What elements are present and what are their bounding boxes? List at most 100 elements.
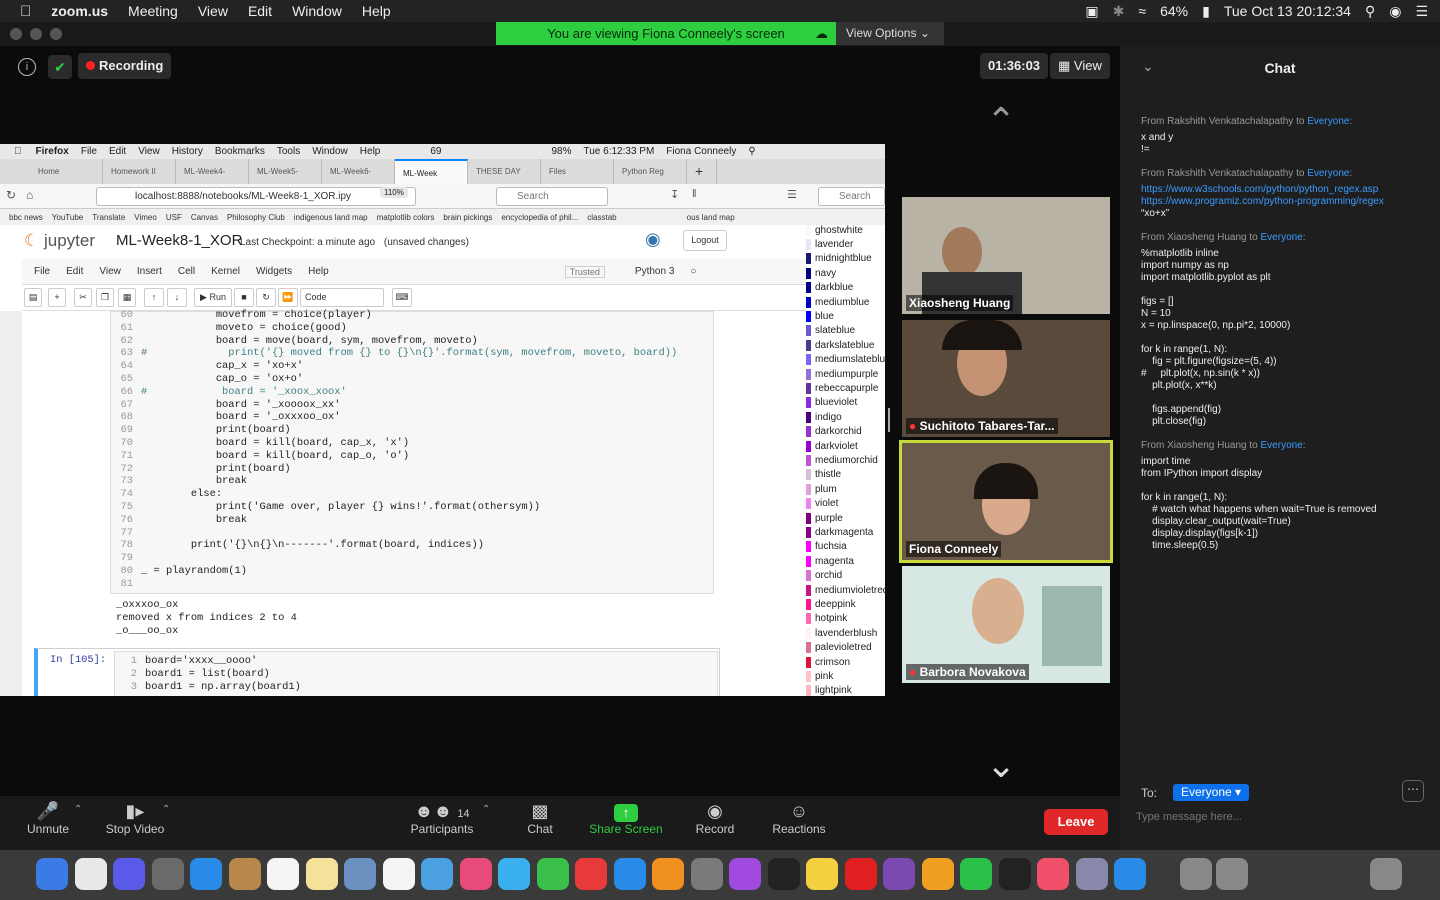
ff-menu-edit[interactable]: Edit	[109, 146, 126, 157]
chat-link[interactable]: https://www.programiz.com/python-program…	[1141, 196, 1431, 208]
contacts-icon[interactable]	[228, 858, 261, 890]
zoom-status-icon[interactable]: ▣	[1085, 3, 1098, 20]
ff-menu-help[interactable]: Help	[360, 146, 381, 157]
apple-tv-icon[interactable]	[767, 858, 800, 890]
bookmark[interactable]: classtab	[587, 213, 616, 222]
code-cell-selected[interactable]: In [105]: 1 board='xxxx__oooo' 2 board1 = l…	[34, 648, 720, 696]
scroll-down-icon[interactable]: ⌄	[986, 747, 1016, 783]
stop-video-button[interactable]: ▮▸ Stop Video	[100, 800, 170, 836]
scroll-up-icon[interactable]: ⌃	[986, 103, 1016, 139]
menu-view[interactable]: View	[198, 3, 228, 19]
minimize-window-icon[interactable]	[30, 28, 42, 40]
facetime-icon[interactable]	[536, 858, 569, 890]
bookmark[interactable]: bbc news	[9, 213, 43, 222]
run-button[interactable]: ▶ Run	[194, 288, 232, 307]
music-icon[interactable]	[1037, 858, 1069, 890]
office-icon[interactable]	[74, 858, 107, 890]
messages-icon[interactable]	[498, 858, 530, 890]
sublime-icon[interactable]	[921, 858, 954, 890]
jmenu-kernel[interactable]: Kernel	[211, 266, 240, 277]
home-icon[interactable]: ⌂	[26, 188, 33, 202]
apple-icon[interactable]: 	[20, 3, 31, 20]
stickies-icon[interactable]	[806, 858, 838, 890]
unmute-button[interactable]: 🎤 Unmute	[20, 800, 76, 836]
bookmark[interactable]: USF	[166, 213, 182, 222]
bookmark[interactable]: encyclopedia of phil...	[501, 213, 578, 222]
news-icon[interactable]	[575, 858, 607, 890]
mail-icon[interactable]	[1075, 858, 1108, 890]
library-icon[interactable]: ‖	[692, 188, 697, 200]
system-prefs-icon[interactable]	[690, 858, 723, 890]
bluetooth-icon[interactable]: ✱	[1113, 3, 1125, 20]
code-cell[interactable]: 60 movefrom = choice(player) 61 moveto = …	[110, 309, 714, 594]
download-icon[interactable]: ↧	[670, 188, 679, 201]
books-icon[interactable]	[652, 858, 684, 890]
video-options-icon[interactable]: ⌃	[162, 804, 170, 815]
photos-icon[interactable]	[459, 858, 492, 890]
keyboard-icon[interactable]: ⌨	[392, 288, 412, 307]
folder-icon[interactable]	[1180, 858, 1212, 890]
new-tab-icon[interactable]: +	[687, 159, 717, 184]
control-list-icon[interactable]: ☰	[1415, 3, 1428, 20]
jupyter-logo[interactable]: ☾ jupyter	[24, 231, 95, 251]
ff-search-box[interactable]: Search	[496, 187, 608, 206]
code-editor[interactable]: 1 board='xxxx__oooo' 2 board1 = list(board)…	[114, 651, 718, 696]
ff-url-bar[interactable]: localhost:8888/notebooks/ML-Week8-1_XOR.…	[96, 187, 416, 206]
preview-icon[interactable]	[344, 858, 376, 890]
bookmark[interactable]: Philosophy Club	[227, 213, 285, 222]
battery-percent[interactable]: 64%	[1160, 3, 1188, 19]
spotlight-icon[interactable]: ⚲	[1365, 3, 1375, 20]
share-screen-button[interactable]: ↑ Share Screen	[586, 800, 666, 836]
chat-input[interactable]	[1136, 806, 1426, 828]
ff-tab[interactable]: ML-Week4-	[176, 159, 249, 184]
jmenu-file[interactable]: File	[34, 266, 50, 277]
ff-tab[interactable]: Python Reg	[614, 159, 687, 184]
menu-help[interactable]: Help	[362, 3, 391, 19]
info-icon[interactable]: i	[18, 58, 36, 76]
participant-tile[interactable]: ● Suchitoto Tabares-Tar...	[902, 320, 1110, 437]
ff-tab[interactable]: Homework II	[103, 159, 176, 184]
add-cell-icon[interactable]: +	[48, 288, 66, 307]
menu-meeting[interactable]: Meeting	[128, 3, 178, 19]
maps-icon[interactable]	[421, 858, 453, 890]
participant-tile[interactable]: Xiaosheng Huang	[902, 197, 1110, 314]
paste-icon[interactable]: ▦	[118, 288, 136, 307]
trusted-badge[interactable]: Trusted	[564, 265, 605, 278]
resize-handle[interactable]	[888, 408, 890, 432]
jmenu-edit[interactable]: Edit	[66, 266, 83, 277]
battery-icon[interactable]: ▮	[1202, 3, 1210, 20]
save-icon[interactable]: ▤	[24, 288, 42, 307]
shield-icon[interactable]: ✔	[48, 55, 72, 79]
jmenu-cell[interactable]: Cell	[178, 266, 195, 277]
bookmark[interactable]: matplotlib colors	[377, 213, 435, 222]
ff-menu-window[interactable]: Window	[312, 146, 348, 157]
jmenu-widgets[interactable]: Widgets	[256, 266, 292, 277]
trash-icon[interactable]	[1370, 858, 1402, 890]
bookmark[interactable]: Vimeo	[134, 213, 157, 222]
ff-menu-bookmarks[interactable]: Bookmarks	[215, 146, 265, 157]
chat-link[interactable]: https://www.w3schools.com/python/python_…	[1141, 184, 1431, 196]
ff-tab[interactable]: THESE DAY	[468, 159, 541, 184]
launchpad-icon[interactable]	[151, 858, 184, 890]
reload-icon[interactable]: ↻	[6, 188, 16, 202]
safari-icon[interactable]	[190, 858, 222, 890]
ff-menu-view[interactable]: View	[138, 146, 160, 157]
ff-menu-firefox[interactable]: Firefox	[36, 146, 69, 157]
menu-window[interactable]: Window	[292, 3, 342, 19]
ff-zoom-badge[interactable]: 110%	[380, 187, 408, 198]
stop-icon[interactable]: ■	[234, 288, 254, 307]
restart-icon[interactable]: ↻	[256, 288, 276, 307]
bookmark[interactable]: indigenous land map	[294, 213, 368, 222]
github-icon[interactable]	[883, 858, 915, 890]
kernel-name[interactable]: Python 3	[635, 266, 674, 277]
ff-menu-tools[interactable]: Tools	[277, 146, 300, 157]
record-button[interactable]: ◉ Record	[692, 800, 738, 836]
fast-forward-icon[interactable]: ⏩	[278, 288, 298, 307]
wifi-icon[interactable]: ≈	[1138, 3, 1146, 19]
ff-menu-file[interactable]: File	[81, 146, 97, 157]
jmenu-help[interactable]: Help	[308, 266, 329, 277]
bookmark[interactable]: ous land map	[687, 213, 735, 222]
finder-icon[interactable]	[36, 858, 68, 890]
menu-edit[interactable]: Edit	[248, 3, 272, 19]
view-options-button[interactable]: View Options ⌄	[836, 22, 944, 45]
